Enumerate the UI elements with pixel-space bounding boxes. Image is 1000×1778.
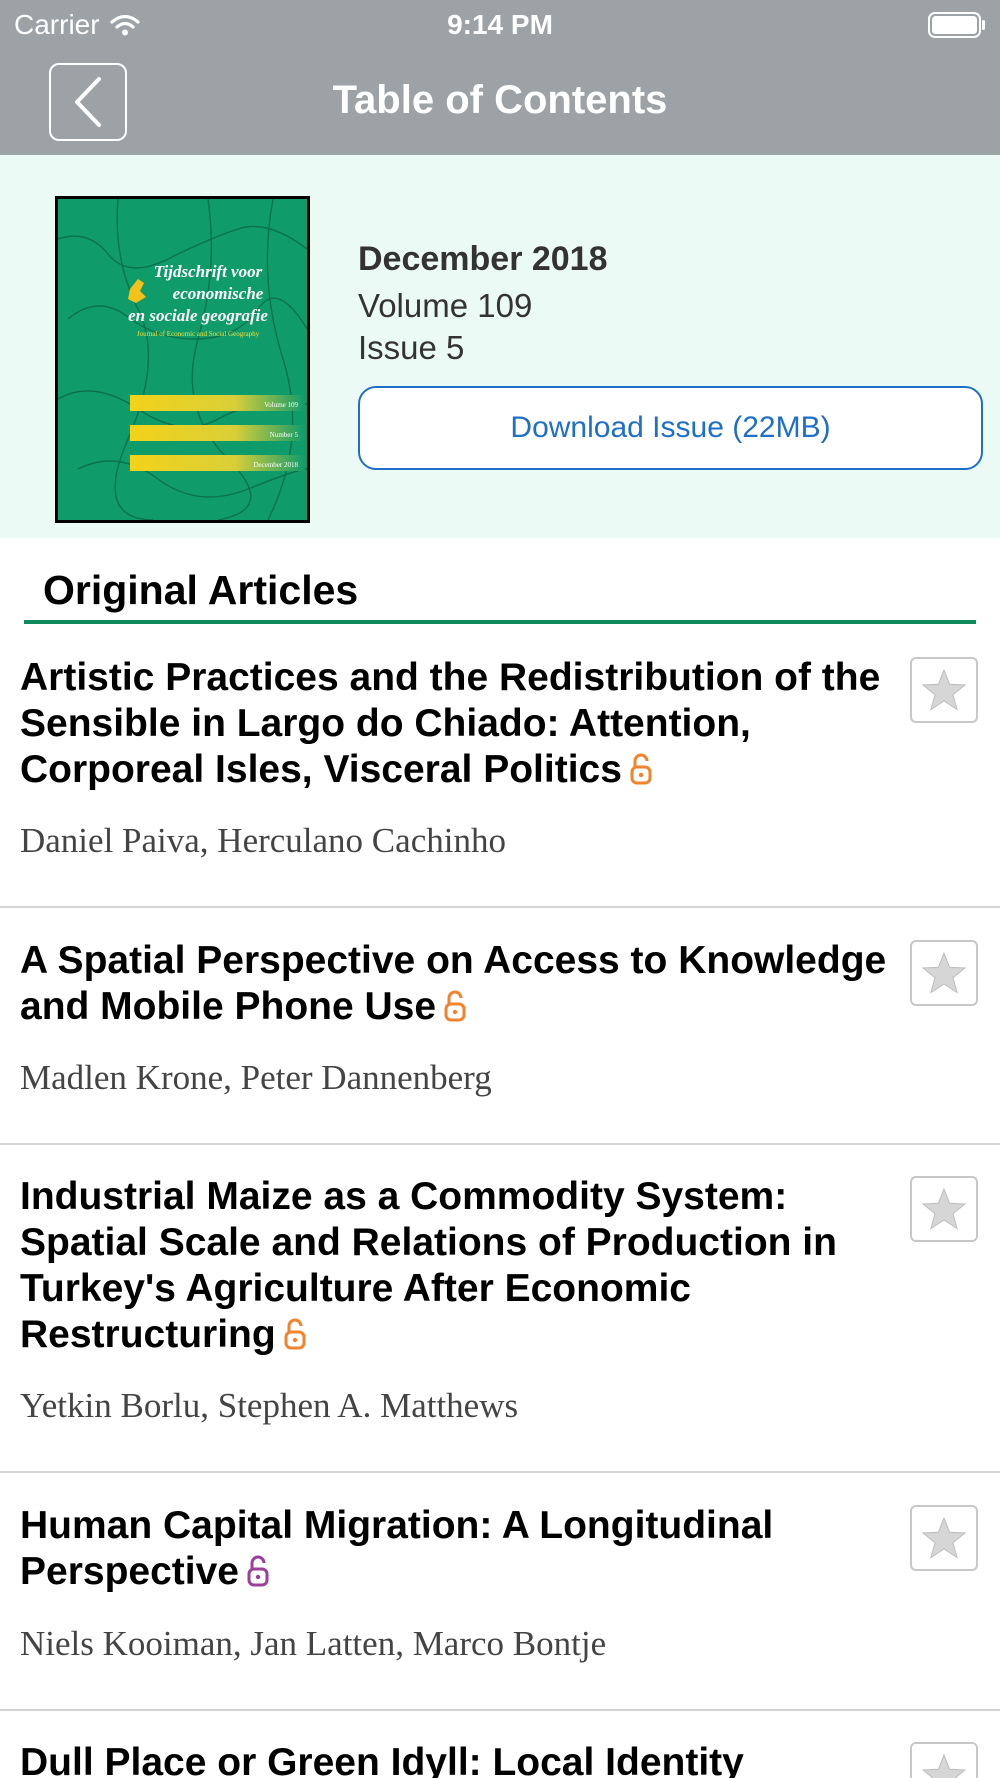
favorite-button[interactable]	[910, 657, 978, 723]
article-title-text: Human Capital Migration: A Longitudinal …	[20, 1504, 774, 1593]
article-title[interactable]: Human Capital Migration: A Longitudinal …	[20, 1503, 900, 1595]
open-access-lock-icon	[444, 990, 466, 1022]
svg-text:Journal of Economic and Social: Journal of Economic and Social Geography	[137, 330, 260, 338]
issue-cover-image[interactable]: Tijdschrift voor economische en sociale …	[55, 196, 310, 523]
article-title-text: Industrial Maize as a Commodity System: …	[20, 1175, 837, 1356]
article-row[interactable]: Human Capital Migration: A Longitudinal …	[0, 1503, 1000, 1711]
battery-icon	[928, 12, 985, 38]
top-bar: Carrier 9:14 PM Table of Contents	[0, 0, 1000, 155]
favorite-button[interactable]	[910, 1505, 978, 1571]
cover-art: Tijdschrift voor economische en sociale …	[58, 199, 307, 520]
issue-date: December 2018	[358, 240, 608, 278]
favorite-button[interactable]	[910, 1742, 978, 1778]
svg-text:December 2018: December 2018	[253, 461, 298, 469]
article-title[interactable]: A Spatial Perspective on Access to Knowl…	[20, 938, 900, 1030]
star-icon	[921, 668, 967, 711]
status-time: 9:14 PM	[447, 9, 553, 40]
star-icon	[921, 1187, 967, 1230]
svg-text:Number 5: Number 5	[270, 431, 299, 439]
article-title-text: Artistic Practices and the Redistributio…	[20, 656, 881, 791]
article-title[interactable]: Artistic Practices and the Redistributio…	[20, 655, 900, 793]
status-bar: Carrier 9:14 PM	[0, 0, 1000, 50]
issue-number: Issue 5	[358, 329, 465, 366]
article-row[interactable]: Industrial Maize as a Commodity System: …	[0, 1174, 1000, 1473]
article-authors: Daniel Paiva, Herculano Cachinho	[20, 821, 506, 860]
open-access-lock-icon	[284, 1318, 306, 1350]
section-divider	[24, 620, 976, 624]
favorite-button[interactable]	[910, 1176, 978, 1242]
article-authors: Niels Kooiman, Jan Latten, Marco Bontje	[20, 1624, 607, 1663]
svg-text:Volume 109: Volume 109	[264, 401, 298, 409]
article-title-text: Dull Place or Green Idyll: Local Identit…	[20, 1741, 744, 1778]
svg-text:economische: economische	[173, 284, 264, 303]
download-issue-button[interactable]: Download Issue (22MB)	[358, 386, 983, 470]
favorite-button[interactable]	[910, 940, 978, 1006]
star-icon	[921, 1516, 967, 1559]
article-title[interactable]: Dull Place or Green Idyll: Local Identit…	[20, 1740, 900, 1778]
section-title: Original Articles	[43, 567, 359, 613]
star-icon	[921, 1753, 967, 1778]
article-row[interactable]: A Spatial Perspective on Access to Knowl…	[0, 938, 1000, 1145]
star-icon	[921, 951, 967, 994]
svg-text:Tijdschrift voor: Tijdschrift voor	[154, 262, 263, 281]
article-authors: Yetkin Borlu, Stephen A. Matthews	[20, 1386, 519, 1425]
article-title[interactable]: Industrial Maize as a Commodity System: …	[20, 1174, 900, 1358]
nav-bar: Table of Contents	[0, 50, 1000, 155]
page-title: Table of Contents	[332, 78, 668, 122]
open-access-lock-icon	[247, 1555, 269, 1587]
issue-header: Tijdschrift voor economische en sociale …	[0, 155, 1000, 538]
article-row[interactable]: Dull Place or Green Idyll: Local Identit…	[0, 1740, 1000, 1778]
svg-text:en sociale geografie: en sociale geografie	[128, 306, 268, 325]
issue-meta: December 2018 Volume 109 Issue 5	[358, 240, 983, 367]
open-access-lock-icon	[630, 753, 652, 785]
issue-volume: Volume 109	[358, 287, 533, 324]
article-row[interactable]: Artistic Practices and the Redistributio…	[0, 655, 1000, 908]
article-authors: Madlen Krone, Peter Dannenberg	[20, 1058, 492, 1097]
